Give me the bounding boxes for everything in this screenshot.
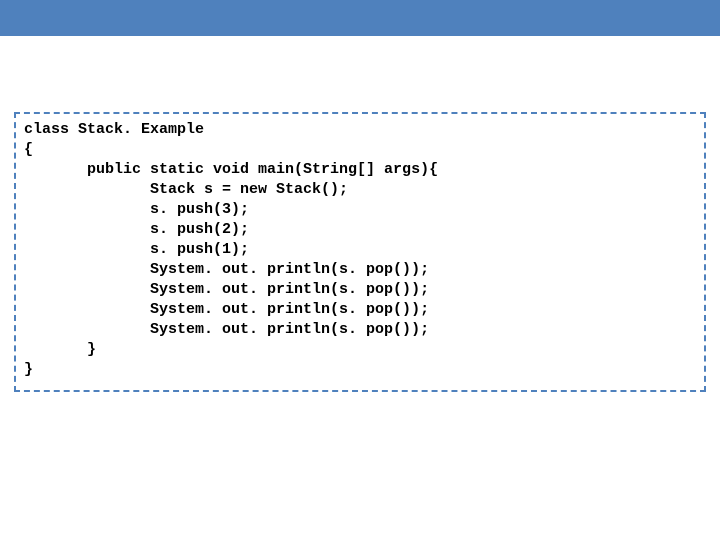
code-line: Stack s = new Stack();	[24, 180, 694, 200]
title-bar	[0, 0, 720, 36]
code-line: System. out. println(s. pop());	[24, 320, 694, 340]
code-line: s. push(2);	[24, 220, 694, 240]
code-line: s. push(3);	[24, 200, 694, 220]
code-line: System. out. println(s. pop());	[24, 300, 694, 320]
code-line: public static void main(String[] args){	[24, 160, 694, 180]
code-line: System. out. println(s. pop());	[24, 280, 694, 300]
code-line: {	[24, 140, 694, 160]
code-line: }	[24, 340, 694, 360]
code-line: System. out. println(s. pop());	[24, 260, 694, 280]
slide: class Stack. Example { public static voi…	[0, 0, 720, 540]
code-line: class Stack. Example	[24, 120, 694, 140]
code-box: class Stack. Example { public static voi…	[14, 112, 706, 392]
code-line: s. push(1);	[24, 240, 694, 260]
code-line: }	[24, 360, 694, 380]
